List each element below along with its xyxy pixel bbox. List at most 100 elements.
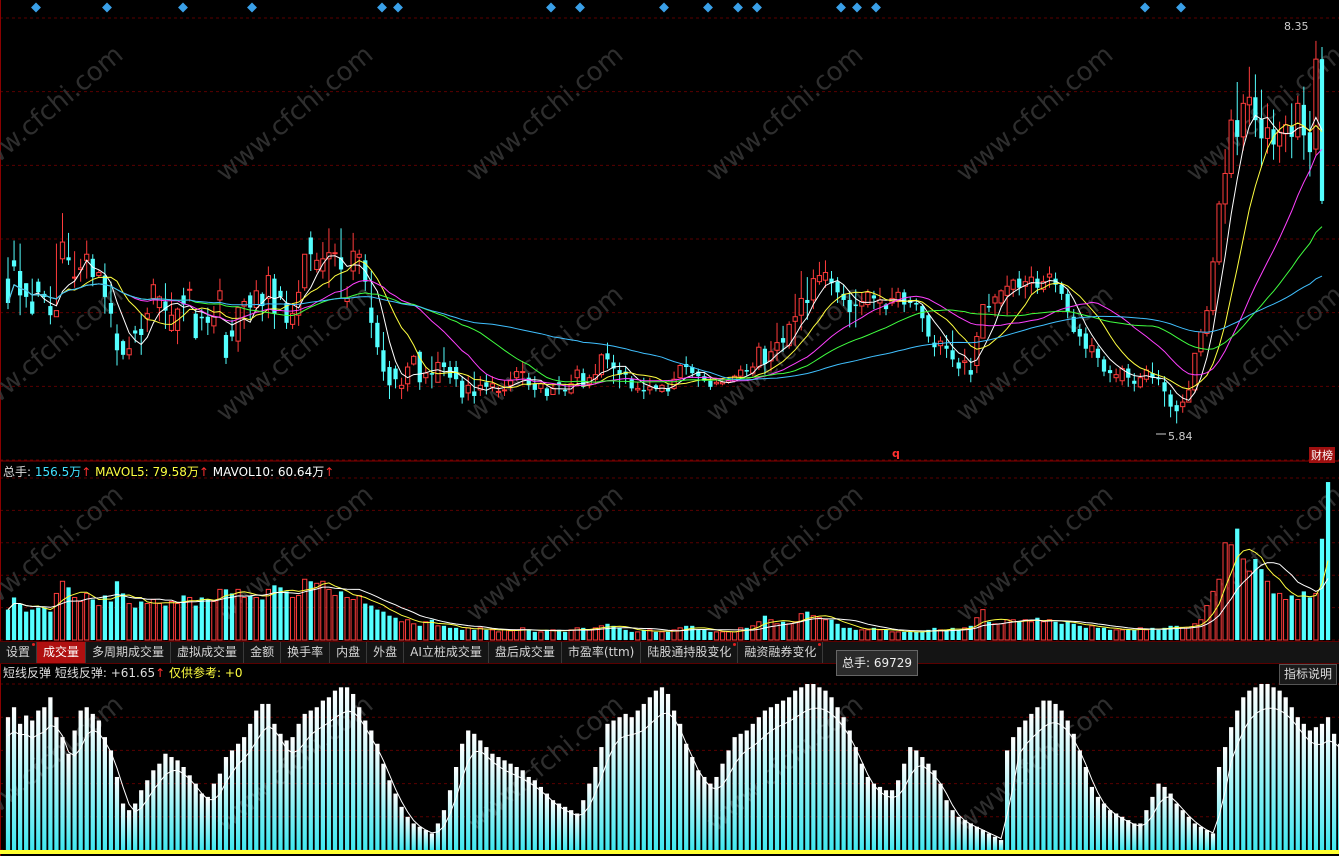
candle-body-up	[810, 278, 816, 301]
indicator-bar	[986, 833, 992, 850]
candle-body-up	[187, 288, 193, 291]
tab-7[interactable]: 外盘	[367, 642, 405, 663]
candle-body-down	[1162, 382, 1167, 392]
tab-4[interactable]: 金额	[244, 642, 282, 663]
tab-9[interactable]: 盘后成交量	[489, 642, 562, 663]
tab-3[interactable]: 虚拟成交量	[171, 642, 245, 663]
tab-10[interactable]: 市盈率(ttm)	[562, 642, 642, 663]
volume-bar	[1101, 627, 1107, 640]
indicator-bar	[108, 750, 114, 850]
volume-bar	[78, 601, 84, 641]
volume-bar	[998, 623, 1004, 641]
candle-body-down	[914, 303, 919, 305]
indicator-bar	[351, 693, 356, 850]
volume-bar	[417, 625, 422, 640]
indicator-bar	[998, 840, 1004, 850]
candle-body-down	[17, 271, 23, 296]
indicator-bar	[581, 800, 586, 850]
tab-12[interactable]: 融资融券变化	[738, 642, 824, 663]
tab-2[interactable]: 多周期成交量	[86, 642, 172, 663]
volume-bar	[1071, 623, 1076, 640]
candle-body-down	[1235, 120, 1240, 137]
volume-bar	[859, 629, 865, 641]
tab-11[interactable]: 陆股通持股变化	[641, 642, 739, 663]
indicator-help-button[interactable]: 指标说明	[1279, 664, 1337, 685]
volume-bar	[120, 593, 126, 640]
volume-bar	[1059, 623, 1064, 640]
indicator-bar	[84, 707, 89, 850]
indicator-bar	[405, 816, 410, 850]
candle-body-up	[816, 275, 823, 283]
indicator-bar	[1041, 700, 1046, 850]
financial-badge[interactable]: 财榜	[1309, 447, 1335, 463]
candle-body-up	[992, 296, 998, 304]
indicator-bar	[896, 780, 901, 850]
indicator-bar	[629, 717, 634, 850]
indicator-bar	[544, 793, 550, 850]
volume-bar	[914, 631, 919, 640]
candle-body-up	[1046, 273, 1053, 278]
indicator-bar	[235, 743, 241, 850]
indicator-bar	[496, 757, 501, 850]
indicator-bar	[1126, 820, 1131, 850]
volume-bar	[1119, 629, 1125, 641]
indicator-bar	[54, 717, 59, 850]
legend-label: 短线反弹:	[54, 666, 107, 680]
indicator-bar	[1192, 823, 1197, 850]
candle-body-down	[1077, 328, 1082, 337]
stock-chart-window: www.cfchi.com www.cfchi.com www.cfchi.com w…	[0, 0, 1339, 856]
indicator-bar	[611, 720, 616, 850]
tab-label: 金额	[250, 645, 275, 659]
volume-bar	[1126, 629, 1131, 640]
indicator-bar	[774, 703, 780, 850]
candle-body-down	[1174, 405, 1179, 412]
indicator-bar	[902, 763, 907, 850]
tab-1[interactable]: 成交量	[37, 642, 87, 663]
indicator-bar	[60, 737, 65, 850]
indicator-bar	[1295, 717, 1300, 850]
tab-6[interactable]: 内盘	[330, 642, 368, 663]
volume-bar	[102, 595, 108, 640]
candle-body-down	[1065, 293, 1070, 313]
candle-body-up	[465, 384, 471, 394]
legend-label: MAVOL10:	[212, 465, 275, 479]
volume-bar	[477, 627, 483, 641]
volume-bar	[623, 629, 628, 640]
indicator-bar	[587, 783, 592, 850]
tab-0[interactable]: 设置	[0, 642, 38, 663]
chart-canvas[interactable]: www.cfchi.com www.cfchi.com www.cfchi.com w…	[0, 0, 1339, 856]
volume-bar	[829, 619, 834, 640]
indicator-bar	[950, 810, 955, 850]
indicator-bar	[187, 775, 192, 850]
indicator-bar	[847, 730, 852, 850]
indicator-bar	[1319, 723, 1325, 850]
indicator-bar	[1307, 730, 1313, 850]
event-diamond-icon	[377, 2, 387, 13]
indicator-bar	[1101, 803, 1107, 850]
volume-bar	[932, 627, 937, 640]
indicator-bar	[1259, 684, 1264, 850]
volume-bar	[223, 589, 229, 640]
volume-bar	[1022, 619, 1028, 641]
indicator-bar	[278, 733, 283, 850]
up-arrow-icon: ↑	[198, 465, 209, 479]
tab-5[interactable]: 换手率	[281, 642, 331, 663]
volume-bar	[84, 592, 90, 641]
candle-body-up	[314, 259, 320, 270]
candle-body-down	[199, 316, 204, 319]
volume-bar	[174, 603, 181, 641]
indicator-bar	[1271, 687, 1276, 850]
tab-8[interactable]: AI立桩成交量	[404, 642, 489, 663]
volume-bar	[1289, 595, 1294, 640]
candle-body-up	[798, 297, 804, 316]
candle-body-up	[635, 387, 641, 391]
tab-label: 设置	[6, 645, 31, 659]
candle-body-up	[1143, 369, 1150, 380]
candle-body-down	[30, 301, 35, 314]
q-marker[interactable]: q	[892, 447, 900, 460]
volume-bar	[792, 621, 798, 641]
indicator-bar	[926, 763, 931, 850]
indicator-bar	[1017, 727, 1022, 850]
candle-body-down	[932, 342, 937, 348]
volume-bar	[562, 631, 568, 640]
